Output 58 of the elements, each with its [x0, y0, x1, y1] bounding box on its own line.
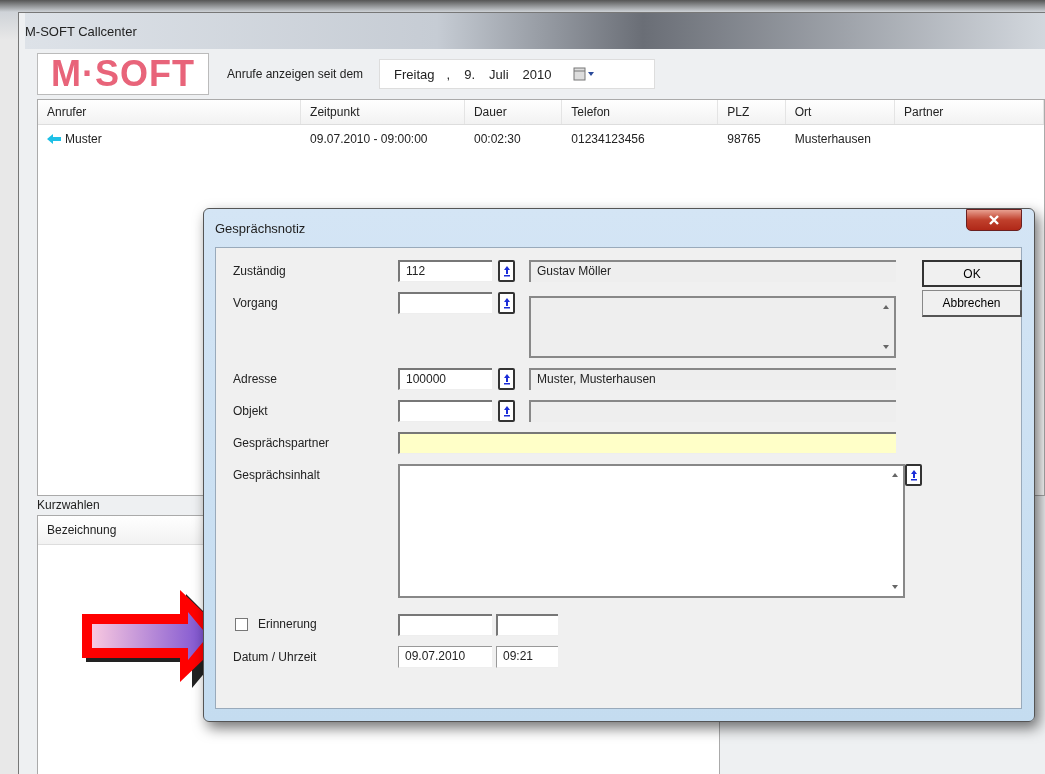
close-button[interactable]	[966, 209, 1022, 231]
arrow-up-icon	[502, 265, 511, 277]
lookup-button[interactable]	[498, 368, 515, 390]
arrow-up-icon	[502, 297, 511, 309]
column-header[interactable]: Zeitpunkt	[301, 100, 465, 124]
lookup-button[interactable]	[905, 464, 922, 486]
checkbox-label: Erinnerung	[258, 617, 317, 631]
input-field[interactable]: 100000	[398, 368, 492, 390]
time-field[interactable]	[496, 614, 558, 636]
close-icon	[988, 215, 1000, 225]
arrow-up-icon	[502, 373, 511, 385]
field-label: Datum / Uhrzeit	[233, 649, 318, 664]
field-label: Gesprächsinhalt	[233, 467, 321, 482]
description-field: Muster, Musterhausen	[529, 368, 896, 390]
input-field[interactable]	[398, 400, 492, 422]
checkbox[interactable]	[235, 617, 248, 631]
table-cell: Musterhausen	[794, 132, 871, 146]
table-cell: 01234123456	[571, 132, 645, 146]
field-label: Adresse	[233, 371, 279, 386]
arrow-up-icon	[909, 469, 918, 481]
input-field[interactable]: 112	[398, 260, 492, 282]
field-label: Zuständig	[233, 263, 287, 278]
field-label: Gesprächspartner	[233, 435, 331, 450]
arrow-up-icon	[502, 405, 511, 417]
column-header[interactable]: Ort	[785, 100, 895, 124]
window-title: M-SOFT Callcenter	[25, 23, 137, 39]
table-cell: 98765	[727, 132, 761, 146]
date-field: 09.07.2010	[398, 646, 492, 668]
date-picker[interactable]: Freitag , 9. Juli 2010	[379, 59, 656, 89]
dialog-title: Gesprächsnotiz	[215, 220, 306, 236]
filter-label: Anrufe anzeigen seit dem	[227, 67, 364, 81]
time-field: 09:21	[496, 646, 558, 668]
field-label: Objekt	[233, 403, 269, 418]
lookup-button[interactable]	[498, 260, 515, 282]
column-header[interactable]: PLZ	[718, 100, 786, 124]
field-label: Vorgang	[233, 295, 279, 310]
input-field[interactable]	[398, 292, 492, 314]
cancel-button[interactable]: Abbrechen	[922, 290, 1022, 317]
input-field[interactable]	[398, 432, 896, 454]
scroll-down-icon[interactable]	[882, 344, 890, 350]
column-header[interactable]: Telefon	[562, 100, 719, 124]
scroll-up-icon[interactable]	[891, 472, 899, 478]
ok-button[interactable]: OK	[922, 260, 1022, 287]
table-cell: 00:02:30	[473, 132, 521, 146]
panel-title: Kurzwahlen	[37, 498, 101, 512]
column-header[interactable]: Dauer	[464, 100, 563, 124]
lookup-button[interactable]	[498, 400, 515, 422]
date-field[interactable]	[398, 614, 492, 636]
table-cell: 09.07.2010 - 09:00:00	[310, 132, 428, 146]
scroll-up-icon[interactable]	[882, 304, 890, 310]
lookup-button[interactable]	[498, 292, 515, 314]
arrow-left-icon	[47, 134, 61, 144]
column-header[interactable]: Anrufer	[38, 100, 302, 124]
description-field: Gustav Möller	[529, 260, 896, 282]
column-header[interactable]: Partner	[895, 100, 1044, 124]
table-cell: Muster	[65, 132, 102, 146]
logo: M·SOFT	[37, 53, 209, 95]
scroll-down-icon[interactable]	[891, 584, 899, 590]
